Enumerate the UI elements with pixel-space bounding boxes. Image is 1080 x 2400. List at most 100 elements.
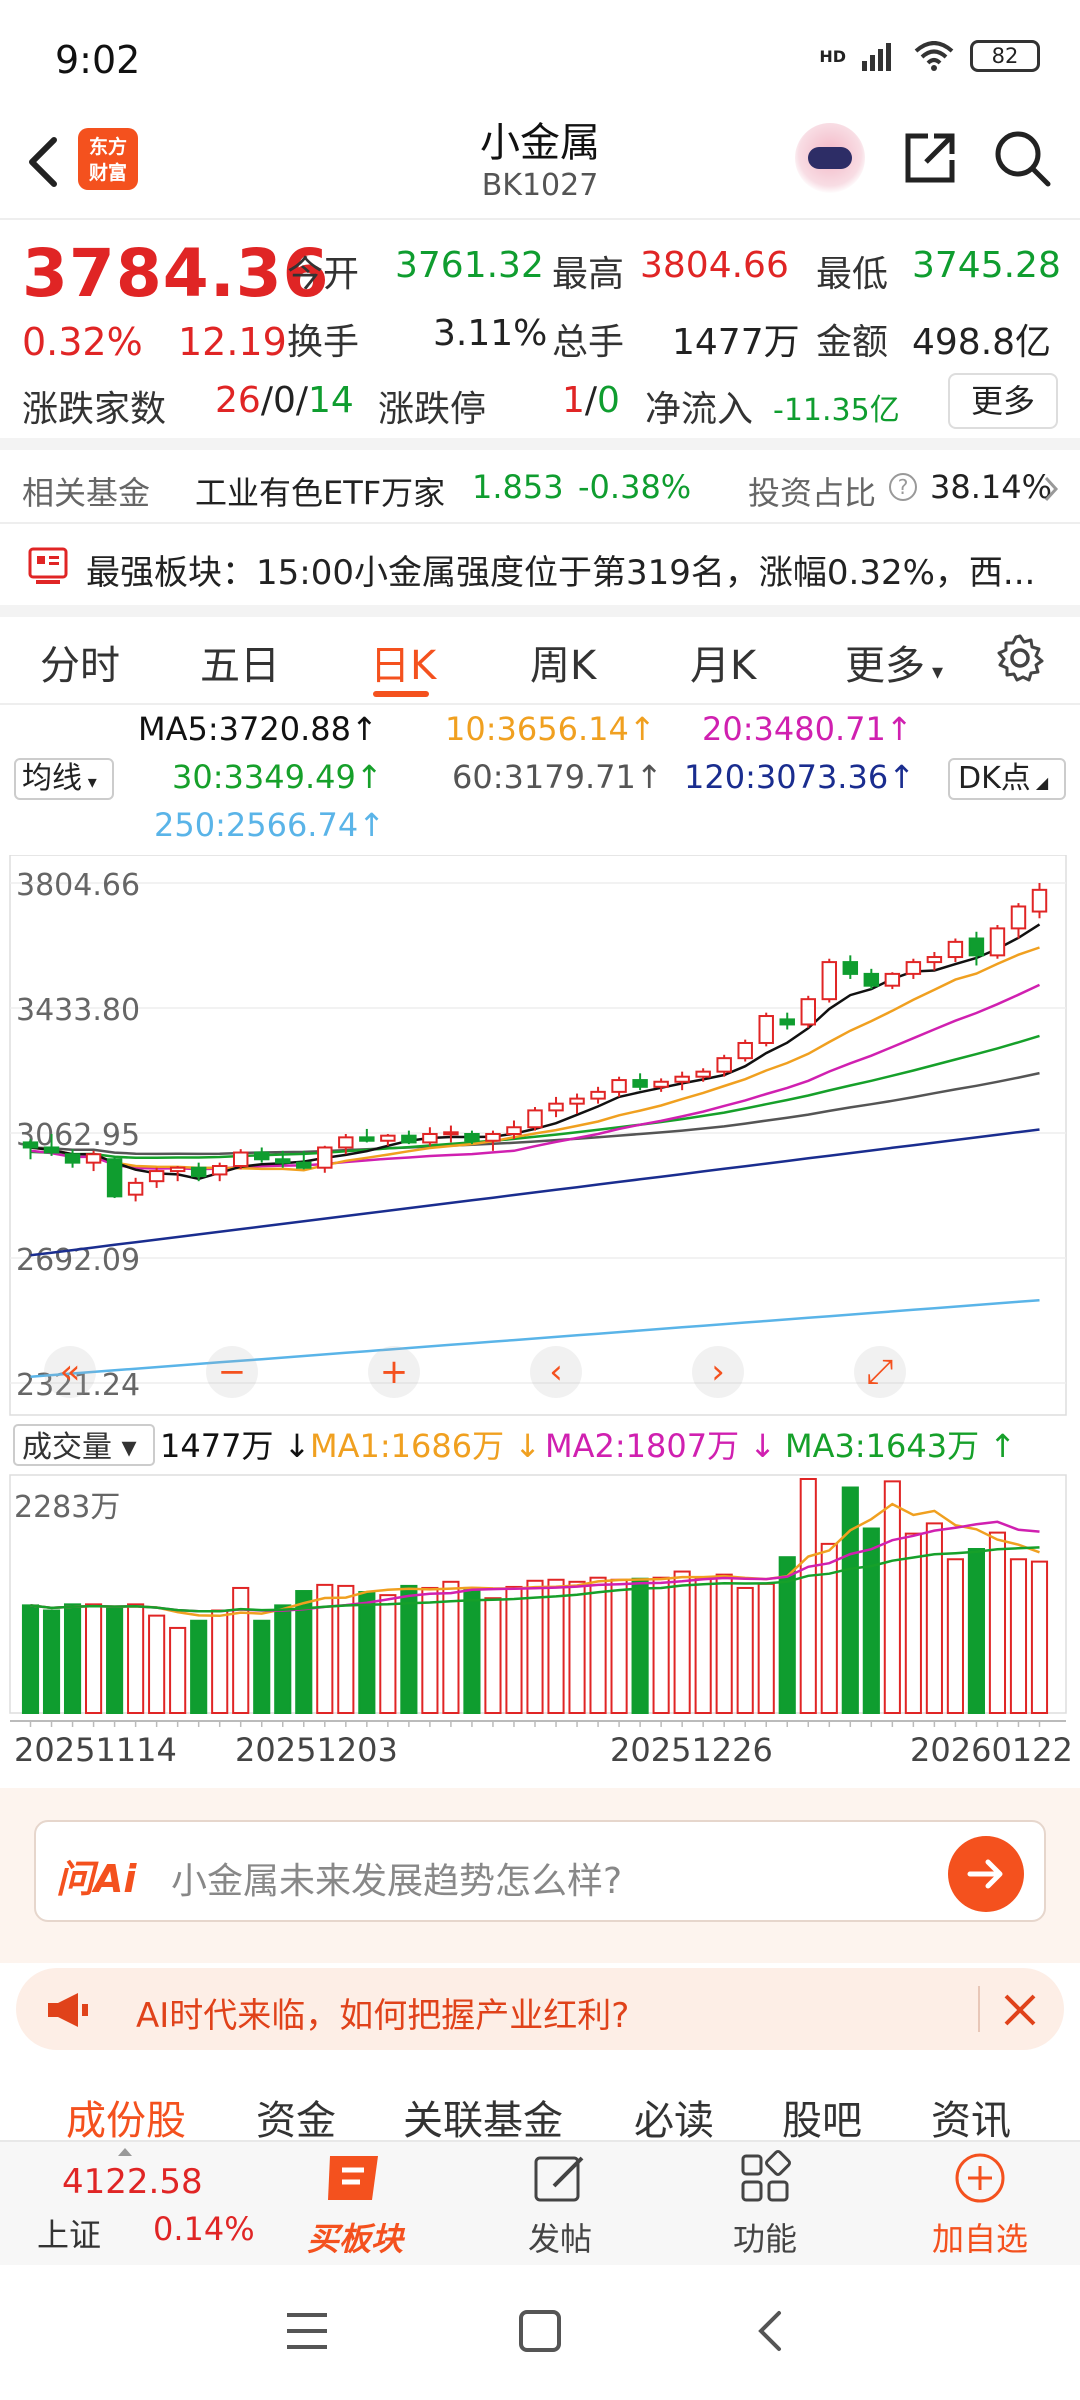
volume-bar xyxy=(904,1532,922,1714)
candle-up xyxy=(758,1015,774,1044)
volume-bar xyxy=(232,1586,250,1714)
volume-bar xyxy=(715,1573,733,1715)
share-icon[interactable] xyxy=(900,128,960,188)
battery-icon: 82 xyxy=(970,40,1040,72)
pan-left-icon[interactable]: ‹ xyxy=(530,1346,582,1398)
tab-five-day[interactable]: 五日 xyxy=(200,633,280,691)
candle-up xyxy=(148,1170,165,1183)
volume-bar xyxy=(694,1576,712,1715)
post-button[interactable]: 发帖 xyxy=(510,2142,610,2260)
volume-bar xyxy=(841,1486,859,1714)
tab-daily-k[interactable]: 日K xyxy=(370,633,436,691)
candle-up xyxy=(527,1109,543,1129)
volume-bar xyxy=(400,1584,418,1714)
volume-bar xyxy=(757,1582,775,1714)
investment-ratio: 38.14% xyxy=(930,468,1053,506)
subtab-capital[interactable]: 资金 xyxy=(256,2088,336,2146)
strongest-text: 最强板块：15:00小金属强度位于第319名，涨幅0.32%，西... xyxy=(86,553,1036,593)
promo-banner[interactable]: AI时代来临，如何把握产业红利? xyxy=(16,1968,1064,2050)
promo-text: AI时代来临，如何把握产业红利? xyxy=(136,1996,630,2036)
tab-weekly-k[interactable]: 周K xyxy=(530,633,596,691)
candle-up xyxy=(1010,905,1027,930)
double-chevron-left-icon[interactable]: « xyxy=(44,1346,96,1398)
candle-up xyxy=(169,1166,186,1173)
volume-bar xyxy=(526,1579,544,1714)
volume-bar xyxy=(42,1609,61,1715)
ma5-value: MA5:3720.88↑ xyxy=(138,710,378,748)
candle-up xyxy=(85,1153,102,1164)
volume-bar xyxy=(736,1586,754,1714)
net-inflow: -11.35亿 xyxy=(773,393,900,428)
subtab-forum[interactable]: 股吧 xyxy=(782,2088,862,2146)
volume-bar xyxy=(652,1576,670,1715)
strongest-sector-banner[interactable]: 最强板块：15:00小金属强度位于第319名，涨幅0.32%，西... xyxy=(0,535,1080,595)
bottom-toolbar: 4122.58 上证 0.14% 买板块 发帖 功能 加自选 xyxy=(0,2140,1080,2265)
search-icon[interactable] xyxy=(992,128,1052,188)
limit-count: 1/0 xyxy=(562,380,620,421)
price-axis: 3804.663433.803062.952692.092321.24 xyxy=(16,868,140,1403)
zoom-out-icon[interactable]: − xyxy=(206,1346,258,1398)
ask-ai-input[interactable]: 小金属未来发展趋势怎么样? xyxy=(171,1852,622,1904)
price-tick-label: 3433.80 xyxy=(16,993,140,1028)
candle-up xyxy=(211,1165,228,1176)
tab-intraday[interactable]: 分时 xyxy=(40,633,120,691)
zoom-in-icon[interactable]: + xyxy=(368,1346,420,1398)
candle-up xyxy=(443,1131,459,1136)
volume-select-label: 成交量 ▾ xyxy=(22,1430,137,1465)
candle-up xyxy=(821,961,838,1001)
candle-down xyxy=(106,1158,123,1198)
back-icon[interactable] xyxy=(18,126,68,196)
candle-down xyxy=(275,1158,291,1164)
open-price: 3761.32 xyxy=(395,245,544,286)
date-label: 20251226 xyxy=(610,1731,773,1769)
volume-bar xyxy=(505,1585,523,1714)
subtab-related-funds[interactable]: 关联基金 xyxy=(403,2088,563,2146)
back-nav-icon[interactable] xyxy=(755,2309,785,2353)
volume-bar xyxy=(1009,1558,1028,1715)
tab-more[interactable]: 更多 ▾ xyxy=(845,633,943,691)
change-amount: 12.19 xyxy=(178,320,287,364)
candle-down xyxy=(632,1079,648,1088)
candle-up xyxy=(674,1075,690,1083)
high-price: 3804.66 xyxy=(640,245,789,286)
ma-type-select[interactable]: 均线 ▾ xyxy=(14,758,114,800)
price-tick-label: 3804.66 xyxy=(16,868,140,903)
current-price: 3784.36 xyxy=(22,235,330,312)
active-tab-indicator xyxy=(373,691,429,697)
ask-ai-box[interactable]: 问Ai 小金属未来发展趋势怎么样? xyxy=(34,1820,1046,1922)
settings-icon[interactable] xyxy=(995,633,1045,683)
subtab-must-read[interactable]: 必读 xyxy=(634,2088,714,2146)
volume-bar xyxy=(106,1607,124,1715)
dk-point-select[interactable]: DK点 ◢ xyxy=(948,758,1066,800)
more-button[interactable]: 更多 xyxy=(948,373,1058,429)
close-icon[interactable] xyxy=(998,1988,1042,2032)
ma120-value: 120:3073.36↑ xyxy=(684,758,915,796)
pan-right-icon[interactable]: › xyxy=(692,1346,744,1398)
index-value[interactable]: 4122.58 xyxy=(62,2162,203,2202)
menu-icon[interactable] xyxy=(285,2311,329,2351)
help-icon[interactable]: ? xyxy=(888,472,918,502)
kline-chart[interactable]: 3804.663433.803062.952692.092321.24 «−+‹… xyxy=(0,855,1080,1790)
volume-bar xyxy=(21,1604,40,1715)
volume-bar xyxy=(1030,1560,1049,1715)
home-icon[interactable] xyxy=(518,2309,562,2353)
candle-up xyxy=(947,940,964,959)
ai-assistant-icon[interactable] xyxy=(795,123,865,193)
svg-text:+: + xyxy=(380,1352,409,1392)
subtab-constituents[interactable]: 成份股 xyxy=(66,2088,186,2146)
candle-down xyxy=(968,937,985,957)
ranking-icon xyxy=(28,547,68,584)
send-arrow-icon[interactable] xyxy=(948,1836,1024,1912)
candle-up xyxy=(127,1181,144,1196)
buy-sector-button[interactable]: 买板块 xyxy=(300,2142,410,2260)
fullscreen-icon[interactable]: ⤢ xyxy=(854,1346,906,1398)
wifi-icon xyxy=(914,41,954,71)
volume-bar xyxy=(379,1594,397,1715)
up-down-count: 26/0/14 xyxy=(215,380,354,421)
add-watchlist-button[interactable]: 加自选 xyxy=(920,2142,1040,2260)
ask-ai-section: 问Ai 小金属未来发展趋势怎么样? xyxy=(0,1788,1080,1963)
tab-monthly-k[interactable]: 月K xyxy=(690,633,756,691)
related-fund-row[interactable]: 相关基金 工业有色ETF万家 1.853 -0.38% 投资占比 ? 38.14… xyxy=(0,460,1080,518)
functions-button[interactable]: 功能 xyxy=(715,2142,815,2260)
subtab-news[interactable]: 资讯 xyxy=(931,2088,1011,2146)
